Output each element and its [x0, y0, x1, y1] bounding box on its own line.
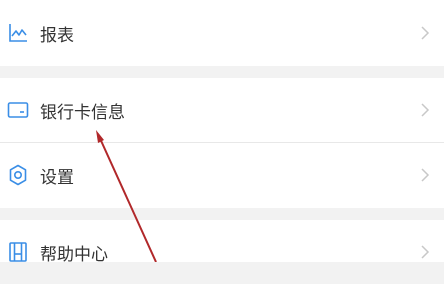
menu-group-help: 帮助中心: [0, 220, 444, 265]
gear-icon: [6, 163, 30, 187]
menu-item-reports[interactable]: 报表: [0, 0, 444, 66]
chevron-right-icon: [420, 167, 430, 183]
bank-card-icon: [6, 98, 30, 122]
book-icon: [6, 240, 30, 264]
menu-group-reports: 报表: [0, 0, 444, 66]
menu-item-label: 设置: [40, 167, 74, 188]
menu-item-label: 银行卡信息: [40, 102, 125, 123]
chevron-right-icon: [420, 25, 430, 41]
menu-item-settings[interactable]: 设置: [0, 143, 444, 207]
menu-item-label: 帮助中心: [40, 244, 108, 265]
chart-icon: [6, 21, 30, 45]
menu-item-label: 报表: [40, 25, 74, 46]
chevron-right-icon: [420, 102, 430, 118]
menu-item-help-center[interactable]: 帮助中心: [0, 220, 444, 284]
chevron-right-icon: [420, 244, 430, 260]
menu-group-account: 银行卡信息 设置: [0, 78, 444, 208]
menu-item-bank-card[interactable]: 银行卡信息: [0, 78, 444, 142]
